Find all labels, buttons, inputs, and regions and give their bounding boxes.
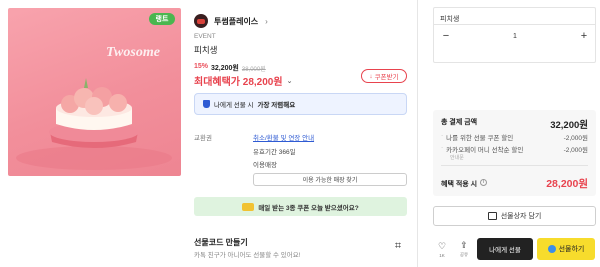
product-image: 랭트 Twosome bbox=[8, 8, 181, 176]
validity-period: 유효기간 366일 bbox=[253, 149, 296, 156]
summary-total-amount: 32,200원 bbox=[550, 120, 588, 131]
lowest-price-notice: 나에게 선물 시 가장 저렴해요 bbox=[194, 93, 407, 115]
heart-icon: ♡ bbox=[437, 240, 447, 251]
info-icon[interactable]: i bbox=[480, 178, 488, 186]
image-stamp-badge: 랭트 bbox=[149, 13, 175, 25]
discount-sub-note: 안내문 bbox=[450, 155, 464, 161]
discount-amount: -2,000원 bbox=[563, 147, 588, 154]
gift-box-icon bbox=[487, 212, 497, 220]
purchase-bar: ♡ 1K ⇪ 공유 나에게 선물 선물하기 bbox=[433, 237, 596, 261]
cake-illustration bbox=[16, 78, 172, 170]
discount-label: 카카오페이 머니 선착순 할인 bbox=[446, 147, 524, 154]
find-stores-button[interactable]: 이용 가능한 매장 찾기 bbox=[253, 173, 407, 186]
chevron-right-icon: › bbox=[265, 16, 268, 26]
discount-row: · 카카오페이 머니 선착순 할인 -2,000원 bbox=[441, 144, 588, 154]
option-divider bbox=[433, 24, 596, 25]
coupon-button-label: 쿠폰받기 bbox=[374, 74, 399, 81]
option-label: 피치생 bbox=[440, 16, 460, 23]
notice-bold: 가장 저렴해요 bbox=[257, 102, 296, 109]
gift-button-label: 선물하기 bbox=[558, 246, 585, 253]
original-price: 38,000원 bbox=[241, 67, 266, 73]
promo-text: 매일 받는 3종 쿠폰 오늘 받으셨어요? bbox=[258, 204, 359, 212]
like-count: 1K bbox=[439, 252, 445, 258]
summary-divider bbox=[441, 165, 588, 166]
share-label: 공유 bbox=[459, 252, 469, 257]
final-amount: 28,200원 bbox=[546, 178, 588, 190]
summary-total-row: 총 결제 금액 32,200원 bbox=[441, 117, 588, 131]
gift-to-me-button[interactable]: 나에게 선물 bbox=[477, 238, 533, 260]
share-button[interactable]: ⇪ 공유 bbox=[455, 240, 473, 258]
bullet-icon: · bbox=[441, 144, 444, 151]
minus-icon[interactable]: − bbox=[440, 30, 452, 42]
product-title: 피치생 bbox=[194, 45, 218, 55]
gift-code-title: 선물코드 만들기 bbox=[194, 238, 248, 247]
order-panel: 피치생 − 1 + 총 결제 금액 32,200원 · 나를 위한 선물 쿠폰 할… bbox=[418, 0, 600, 267]
gift-icon bbox=[547, 245, 556, 253]
stores-label: 이용매장 bbox=[253, 162, 277, 169]
discount-label: 나를 위한 선물 쿠폰 할인 bbox=[446, 135, 514, 142]
price-line: 15% 32,200원 38,000원 bbox=[194, 63, 266, 73]
chevron-down-icon: ⌄ bbox=[286, 77, 293, 85]
summary-total-label: 총 결제 금액 bbox=[441, 119, 478, 126]
share-icon: ⇪ bbox=[460, 240, 468, 250]
like-button[interactable]: ♡ 1K bbox=[433, 241, 451, 258]
gift-box-label: 선물상자 담기 bbox=[500, 213, 542, 220]
payment-summary: 총 결제 금액 32,200원 · 나를 위한 선물 쿠폰 할인 -2,000원 … bbox=[433, 110, 596, 196]
max-benefit-text: 최대혜택가 28,200원 bbox=[194, 77, 283, 88]
discount-amount: -2,000원 bbox=[563, 135, 588, 142]
plus-icon[interactable]: + bbox=[578, 30, 590, 42]
badge-icon bbox=[203, 100, 210, 108]
brand-name: 투썸플레이스 bbox=[214, 16, 259, 26]
refund-policy-link[interactable]: 취소/환불 및 연장 안내 bbox=[253, 132, 314, 142]
bullet-icon: · bbox=[441, 132, 444, 139]
barcode-icon[interactable]: ⌗ bbox=[392, 240, 404, 252]
final-price-row: 혜택 적용 시i 28,200원 bbox=[441, 176, 588, 191]
discount-row: · 나를 위한 선물 쿠폰 할인 -2,000원 bbox=[441, 132, 588, 142]
quantity-value: 1 bbox=[513, 32, 517, 40]
sale-price: 32,200원 bbox=[211, 65, 239, 72]
quantity-stepper: − 1 + bbox=[440, 29, 590, 43]
exchange-label: 교환권 bbox=[194, 135, 212, 142]
brand-link[interactable]: 투썸플레이스 › bbox=[194, 14, 268, 28]
discount-rate: 15% bbox=[194, 63, 209, 70]
coupon-icon bbox=[242, 202, 255, 211]
max-benefit-price[interactable]: 최대혜택가 28,200원 ⌄ bbox=[194, 73, 292, 88]
add-to-giftbox-button[interactable]: 선물상자 담기 bbox=[433, 206, 596, 226]
gift-button[interactable]: 선물하기 bbox=[537, 238, 595, 260]
coupon-promo-banner[interactable]: 매일 받는 3종 쿠폰 오늘 받으셨어요? bbox=[194, 197, 407, 216]
event-tag: EVENT bbox=[194, 33, 216, 40]
brand-logo-icon bbox=[194, 14, 208, 28]
download-icon: ↓ bbox=[369, 72, 373, 80]
final-label: 혜택 적용 시 bbox=[441, 180, 478, 188]
coupon-button[interactable]: ↓ 쿠폰받기 bbox=[361, 69, 407, 83]
product-info-panel: 투썸플레이스 › EVENT 피치생 15% 32,200원 38,000원 최… bbox=[194, 0, 408, 267]
image-brand-text: Twosome bbox=[106, 45, 160, 60]
notice-prefix: 나에게 선물 시 bbox=[214, 102, 254, 109]
gift-code-desc: 카톡 친구가 아니어도 선물할 수 있어요! bbox=[194, 252, 301, 259]
